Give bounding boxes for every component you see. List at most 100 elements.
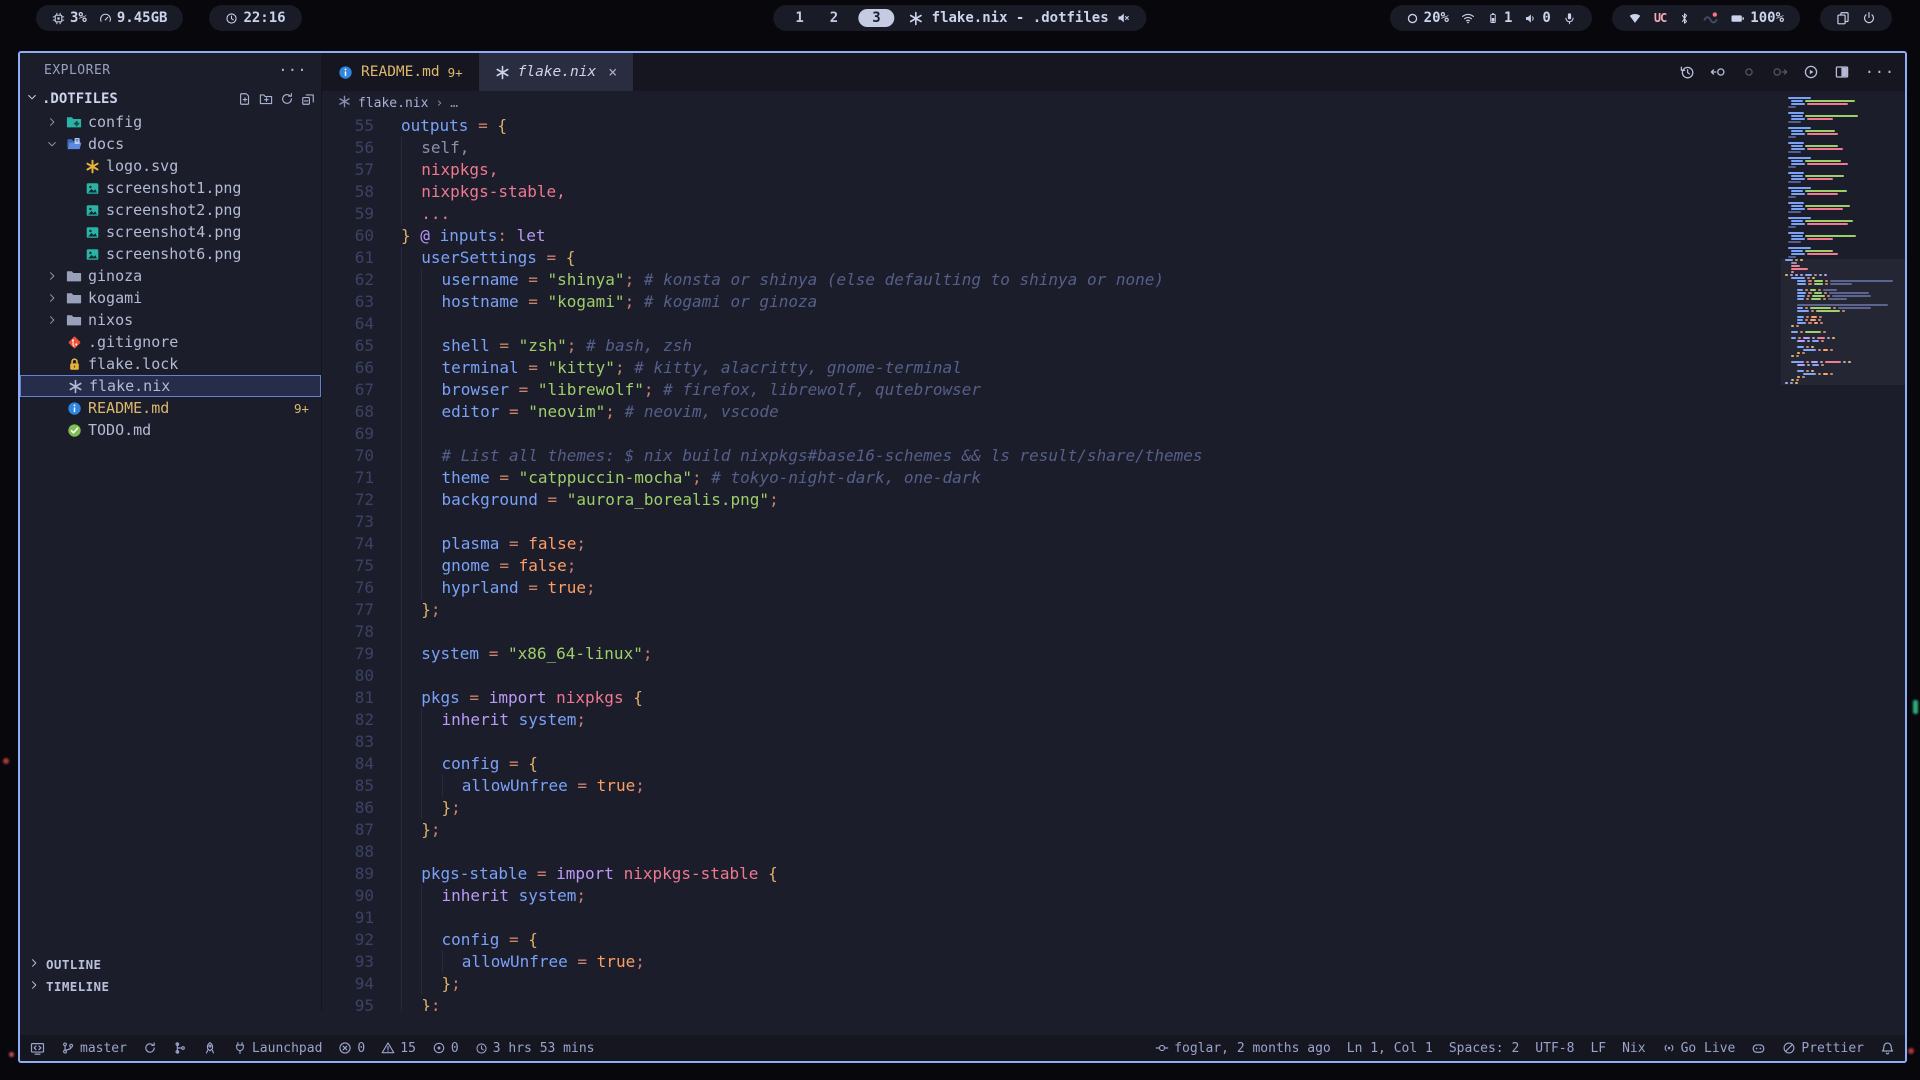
speaker-indicator[interactable]: 0 bbox=[1524, 10, 1550, 26]
clipboard-indicator[interactable] bbox=[1836, 11, 1850, 25]
status-sync[interactable] bbox=[143, 1041, 157, 1055]
power-pill[interactable] bbox=[1820, 5, 1892, 31]
code-line-77[interactable]: 77}; bbox=[322, 599, 1907, 621]
status-copilot[interactable] bbox=[1751, 1041, 1766, 1056]
code-line-59[interactable]: 59... bbox=[322, 203, 1907, 225]
code-line-93[interactable]: 93allowUnfree = true; bbox=[322, 951, 1907, 973]
tab-flake.nix[interactable]: flake.nix× bbox=[479, 53, 634, 91]
code-line-63[interactable]: 63hostname = "kogami"; # kogami or ginoz… bbox=[322, 291, 1907, 313]
status-utf-8[interactable]: UTF-8 bbox=[1535, 1041, 1574, 1056]
tree-item-docs[interactable]: docs bbox=[20, 133, 321, 155]
minimap-slider[interactable] bbox=[1781, 259, 1907, 385]
mic-indicator[interactable] bbox=[1563, 12, 1576, 25]
wave-notify-indicator[interactable] bbox=[1703, 11, 1718, 26]
code-line-71[interactable]: 71theme = "catppuccin-mocha"; # tokyo-ni… bbox=[322, 467, 1907, 489]
code-line-72[interactable]: 72background = "aurora_borealis.png"; bbox=[322, 489, 1907, 511]
tree-item-flake.nix[interactable]: flake.nix bbox=[20, 375, 321, 397]
code-line-76[interactable]: 76hyprland = true; bbox=[322, 577, 1907, 599]
code-line-84[interactable]: 84config = { bbox=[322, 753, 1907, 775]
nav-back-icon[interactable] bbox=[1710, 64, 1726, 80]
workspace-root-row[interactable]: .DOTFILES bbox=[20, 87, 321, 111]
status-lf[interactable]: LF bbox=[1590, 1041, 1606, 1056]
code-line-75[interactable]: 75gnome = false; bbox=[322, 555, 1907, 577]
timeline-section[interactable]: TIMELINE bbox=[20, 975, 321, 997]
code-line-64[interactable]: 64 bbox=[322, 313, 1907, 335]
code-line-91[interactable]: 91 bbox=[322, 907, 1907, 929]
code-line-80[interactable]: 80 bbox=[322, 665, 1907, 687]
code-line-69[interactable]: 69 bbox=[322, 423, 1907, 445]
tree-item-nixos[interactable]: nixos bbox=[20, 309, 321, 331]
tree-item-kogami[interactable]: kogami bbox=[20, 287, 321, 309]
code-line-58[interactable]: 58nixpkgs-stable, bbox=[322, 181, 1907, 203]
code-line-55[interactable]: 55outputs = { bbox=[322, 115, 1907, 137]
breadcrumb-file[interactable]: flake.nix bbox=[358, 96, 428, 111]
workspace-3[interactable]: 3 bbox=[858, 9, 894, 27]
status-prettier[interactable]: Prettier bbox=[1782, 1041, 1864, 1056]
status-broadcast[interactable]: Go Live bbox=[1662, 1041, 1736, 1056]
refresh-icon[interactable] bbox=[280, 92, 294, 106]
code-line-88[interactable]: 88 bbox=[322, 841, 1907, 863]
workspace-2[interactable]: 2 bbox=[824, 10, 844, 26]
code-line-87[interactable]: 87}; bbox=[322, 819, 1907, 841]
tree-item-screenshot1.png[interactable]: screenshot1.png bbox=[20, 177, 321, 199]
tree-item-flake.lock[interactable]: flake.lock bbox=[20, 353, 321, 375]
code-line-65[interactable]: 65shell = "zsh"; # bash, zsh bbox=[322, 335, 1907, 357]
tray-pill[interactable]: UC100% bbox=[1612, 5, 1800, 31]
status-commit[interactable]: foglar, 2 months ago bbox=[1155, 1041, 1331, 1056]
status-bell[interactable] bbox=[1880, 1041, 1895, 1056]
status-clock[interactable]: 3 hrs 53 mins bbox=[475, 1041, 595, 1056]
status-branch[interactable]: master bbox=[61, 1041, 127, 1056]
code-line-67[interactable]: 67browser = "librewolf"; # firefox, libr… bbox=[322, 379, 1907, 401]
code-line-61[interactable]: 61userSettings = { bbox=[322, 247, 1907, 269]
tree-item-config[interactable]: config bbox=[20, 111, 321, 133]
status-error[interactable]: 0 bbox=[338, 1041, 365, 1056]
tree-item-ginoza[interactable]: ginoza bbox=[20, 265, 321, 287]
code-line-70[interactable]: 70# List all themes: $ nix build nixpkgs… bbox=[322, 445, 1907, 467]
split-editor-icon[interactable] bbox=[1834, 64, 1850, 80]
code-line-86[interactable]: 86}; bbox=[322, 797, 1907, 819]
kbd-battery-indicator[interactable]: 1 bbox=[1487, 10, 1512, 26]
status-pill[interactable]: 20% 10 bbox=[1390, 5, 1592, 31]
code-line-85[interactable]: 85allowUnfree = true; bbox=[322, 775, 1907, 797]
workspace-1[interactable]: 1 bbox=[789, 10, 809, 26]
outline-section[interactable]: OUTLINE bbox=[20, 953, 321, 975]
status-warning[interactable]: 15 bbox=[381, 1041, 416, 1056]
tree-item-screenshot4.png[interactable]: screenshot4.png bbox=[20, 221, 321, 243]
close-icon[interactable]: × bbox=[608, 63, 617, 81]
history-icon[interactable] bbox=[1679, 64, 1695, 80]
status-ln-1-col-1[interactable]: Ln 1, Col 1 bbox=[1347, 1041, 1433, 1056]
status-spaces-2[interactable]: Spaces: 2 bbox=[1449, 1041, 1519, 1056]
breadcrumb-more[interactable]: … bbox=[450, 96, 458, 111]
code-line-68[interactable]: 68editor = "neovim"; # neovim, vscode bbox=[322, 401, 1907, 423]
tab-README.md[interactable]: README.md9+ bbox=[322, 53, 479, 91]
code-line-73[interactable]: 73 bbox=[322, 511, 1907, 533]
power-indicator[interactable] bbox=[1862, 11, 1876, 25]
status-rocket[interactable] bbox=[203, 1041, 217, 1055]
code-line-56[interactable]: 56self, bbox=[322, 137, 1907, 159]
status-nix[interactable]: Nix bbox=[1622, 1041, 1645, 1056]
code-line-78[interactable]: 78 bbox=[322, 621, 1907, 643]
code-line-57[interactable]: 57nixpkgs, bbox=[322, 159, 1907, 181]
tree-item-TODO.md[interactable]: TODO.md bbox=[20, 419, 321, 441]
system-stats-pill[interactable]: 3% 9.45GB bbox=[36, 5, 183, 31]
nav-circle-icon[interactable] bbox=[1741, 64, 1757, 80]
bluetooth-indicator[interactable] bbox=[1678, 12, 1691, 25]
status-ports[interactable]: 0 bbox=[432, 1041, 459, 1056]
code-line-62[interactable]: 62username = "shinya"; # konsta or shiny… bbox=[322, 269, 1907, 291]
status-remote-window[interactable] bbox=[30, 1041, 45, 1056]
code-line-60[interactable]: 60} @ inputs: let bbox=[322, 225, 1907, 247]
clock-pill[interactable]: 22:16 bbox=[209, 5, 301, 31]
ring-indicator[interactable]: 20% bbox=[1406, 10, 1449, 26]
run-debug-icon[interactable] bbox=[1803, 64, 1819, 80]
code-line-82[interactable]: 82inherit system; bbox=[322, 709, 1907, 731]
code-line-66[interactable]: 66terminal = "kitty"; # kitty, alacritty… bbox=[322, 357, 1907, 379]
code-line-95[interactable]: 95}; bbox=[322, 995, 1907, 1011]
code-line-94[interactable]: 94}; bbox=[322, 973, 1907, 995]
battery-indicator[interactable]: 100% bbox=[1730, 10, 1784, 26]
tree-item-README.md[interactable]: README.md9+ bbox=[20, 397, 321, 419]
minimap[interactable] bbox=[1785, 97, 1903, 397]
code-editor[interactable]: 55outputs = {56self,57nixpkgs,58nixpkgs-… bbox=[322, 115, 1907, 1011]
status-plug[interactable]: Launchpad bbox=[233, 1041, 322, 1056]
breadcrumb[interactable]: flake.nix › … bbox=[322, 91, 1907, 115]
net-fan-indicator[interactable] bbox=[1628, 11, 1642, 25]
